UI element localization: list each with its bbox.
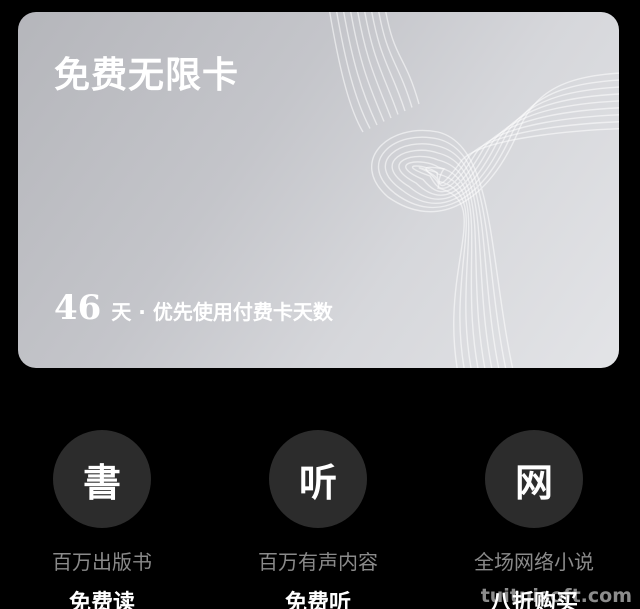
days-remaining: 46 天 · 优先使用付费卡天数 <box>54 288 333 328</box>
feature-audio-subtitle: 百万有声内容 <box>258 550 378 574</box>
feature-books-label: 免费读 <box>68 591 135 609</box>
watermark: tuituisoft.com <box>480 585 632 607</box>
days-description: 天 · 优先使用付费卡天数 <box>111 300 333 324</box>
feature-list: 書 百万出版书 免费读 听 百万有声内容 免费听 网 全场网络小说 八折购买 <box>0 430 640 609</box>
days-count: 46 <box>54 288 102 328</box>
feature-audio-label: 免费听 <box>284 591 351 609</box>
feature-web-novels-subtitle: 全场网络小说 <box>474 550 594 574</box>
audio-icon: 听 <box>269 430 367 528</box>
feature-books-subtitle: 百万出版书 <box>52 550 152 574</box>
feature-audio[interactable]: 听 百万有声内容 免费听 <box>228 430 408 609</box>
book-icon: 書 <box>53 430 151 528</box>
feature-web-novels[interactable]: 网 全场网络小说 八折购买 <box>444 430 624 609</box>
feature-books[interactable]: 書 百万出版书 免费读 <box>12 430 192 609</box>
web-novel-icon: 网 <box>485 430 583 528</box>
card-title: 免费无限卡 <box>54 54 240 96</box>
membership-page: 免费无限卡 46 天 · 优先使用付费卡天数 書 百万出版书 免费读 听 百万有… <box>0 0 640 609</box>
free-unlimited-card[interactable]: 免费无限卡 46 天 · 优先使用付费卡天数 <box>18 12 619 368</box>
